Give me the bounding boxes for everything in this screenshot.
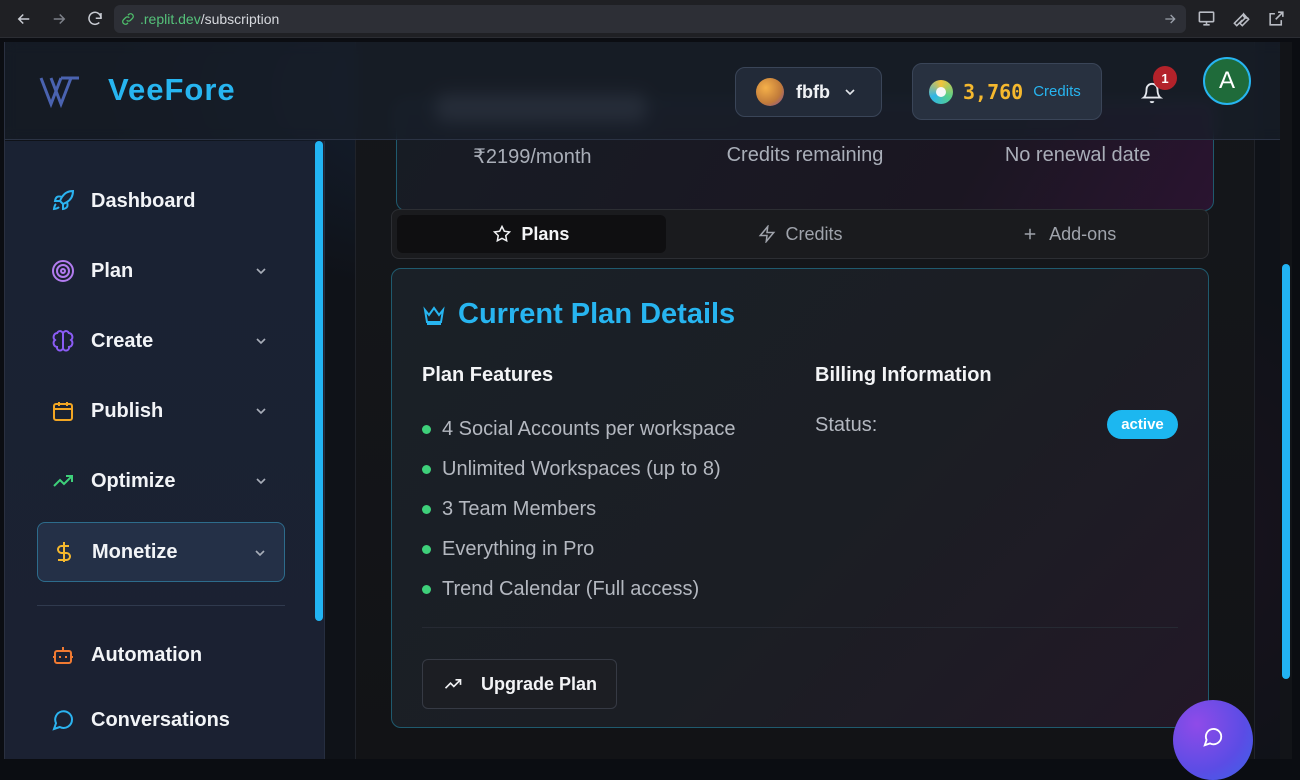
- chat-icon: [52, 710, 74, 731]
- notification-badge: 1: [1153, 66, 1177, 90]
- target-icon: [52, 260, 74, 282]
- wrench-icon[interactable]: [1232, 9, 1251, 28]
- url-path: /subscription: [200, 11, 280, 27]
- sidebar-item-optimize[interactable]: Optimize: [37, 451, 285, 511]
- tab-credits[interactable]: Credits: [666, 215, 935, 253]
- sidebar-divider: [37, 605, 285, 606]
- tab-label: Plans: [521, 223, 570, 244]
- top-header: VeeFore fbfb 3,760 Credits 1 A: [5, 42, 1291, 140]
- upgrade-plan-button[interactable]: Upgrade Plan: [422, 659, 617, 709]
- sidebar-item-label: Publish: [91, 399, 164, 422]
- current-plan-card: Current Plan Details Plan Features Billi…: [391, 268, 1209, 728]
- chevron-down-icon: [256, 268, 266, 275]
- logo-text[interactable]: VeeFore: [108, 72, 236, 108]
- plus-icon: [1024, 228, 1036, 240]
- tab-add-ons[interactable]: Add-ons: [934, 215, 1203, 253]
- sidebar-item-label: Dashboard: [91, 189, 196, 212]
- dollar-icon: [57, 542, 71, 562]
- tab-label: Credits: [785, 223, 843, 244]
- billing-heading: Billing Information: [815, 364, 992, 386]
- star-icon: [493, 225, 512, 243]
- sidebar-item-monetize[interactable]: Monetize: [37, 522, 285, 582]
- sidebar-item-label: Automation: [91, 643, 203, 666]
- workspace-switcher[interactable]: fbfb: [735, 67, 882, 117]
- sidebar-item-conversations[interactable]: Conversations: [37, 690, 285, 750]
- status-label: Status:: [815, 414, 878, 436]
- credits-display[interactable]: 3,760 Credits: [912, 63, 1102, 120]
- forward-icon[interactable]: [42, 0, 76, 38]
- page-scrollbar-thumb[interactable]: [1282, 264, 1290, 679]
- feature-list: 4 Social Accounts per workspace Unlimite…: [422, 409, 736, 609]
- coin-icon: [929, 79, 953, 104]
- tab-plans[interactable]: Plans: [397, 215, 666, 253]
- external-link-icon[interactable]: [1267, 9, 1286, 28]
- chevron-down-icon: [256, 408, 266, 415]
- credits-amount: 3,760: [963, 79, 1024, 104]
- reload-icon[interactable]: [78, 0, 112, 38]
- list-item: Unlimited Workspaces (up to 8): [422, 449, 736, 489]
- brain-icon: [52, 330, 74, 352]
- status-badge: active: [1107, 410, 1178, 439]
- rocket-icon: [52, 189, 75, 211]
- link-icon: [122, 13, 134, 25]
- veefore-logo-icon: [39, 76, 79, 108]
- chat-button[interactable]: [1173, 700, 1253, 780]
- sidebar-item-automation[interactable]: Automation: [37, 625, 285, 685]
- sidebar-item-dashboard[interactable]: Dashboard: [37, 171, 285, 231]
- tab-label: Add-ons: [1049, 223, 1117, 244]
- trending-up-icon: [53, 475, 73, 487]
- sidebar-item-plan[interactable]: Plan: [37, 241, 285, 301]
- upgrade-plan-label: Upgrade Plan: [481, 673, 598, 694]
- plan-price: ₹2199/month: [473, 146, 592, 168]
- url-domain: .replit.dev: [140, 11, 201, 27]
- renewal-date: No renewal date: [1004, 144, 1151, 166]
- chevron-down-icon: [256, 478, 266, 485]
- sidebar: Dashboard Plan Create Publish Optimize M…: [5, 141, 325, 759]
- address-bar[interactable]: .replit.dev/subscription: [114, 5, 1186, 33]
- crown-icon: [423, 306, 445, 325]
- list-item: Trend Calendar (Full access): [422, 569, 736, 609]
- credits-remaining: Credits remaining: [726, 144, 884, 166]
- chevron-down-icon: [256, 338, 266, 345]
- go-arrow-icon[interactable]: [1162, 11, 1178, 27]
- calendar-icon: [53, 402, 73, 421]
- sidebar-item-publish[interactable]: Publish: [37, 381, 285, 441]
- summary-values: ₹2199/month Credits remaining No renewal…: [396, 144, 1214, 169]
- list-item: 4 Social Accounts per workspace: [422, 409, 736, 449]
- user-avatar[interactable]: A: [1203, 57, 1251, 105]
- sidebar-item-label: Plan: [91, 259, 134, 282]
- trending-up-icon: [444, 679, 462, 689]
- credits-label: Credits: [1033, 83, 1081, 100]
- list-item: 3 Team Members: [422, 489, 736, 529]
- workspace-name: fbfb: [796, 81, 830, 102]
- zap-icon: [758, 225, 775, 243]
- sidebar-item-label: Monetize: [92, 540, 178, 563]
- browser-toolbar: .replit.dev/subscription: [0, 0, 1300, 38]
- card-divider: [422, 627, 1178, 628]
- bot-icon: [53, 647, 73, 664]
- sidebar-scrollbar[interactable]: [315, 141, 323, 621]
- workspace-avatar: [756, 78, 784, 106]
- features-heading: Plan Features: [422, 364, 554, 386]
- chevron-down-icon: [255, 550, 265, 557]
- plan-title: Current Plan Details: [458, 298, 736, 330]
- sidebar-item-create[interactable]: Create: [37, 311, 285, 371]
- chat-icon: [1203, 728, 1223, 747]
- sidebar-item-label: Create: [91, 329, 154, 352]
- list-item: Everything in Pro: [422, 529, 736, 569]
- chevron-down-icon: [845, 89, 855, 96]
- subscription-tabs: Plans Credits Add-ons: [391, 209, 1209, 259]
- monitor-icon[interactable]: [1197, 9, 1216, 28]
- sidebar-item-label: Optimize: [91, 469, 176, 492]
- back-icon[interactable]: [7, 0, 41, 38]
- sidebar-item-label: Conversations: [91, 708, 230, 731]
